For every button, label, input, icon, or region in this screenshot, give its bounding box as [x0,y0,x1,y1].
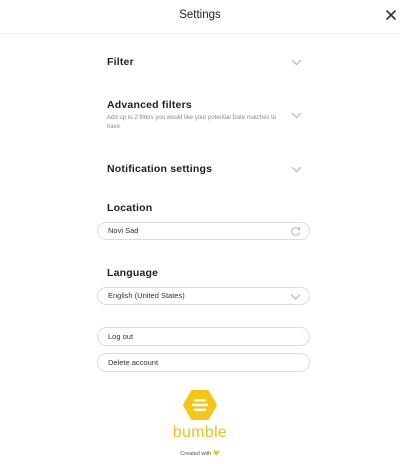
advanced-filters-section[interactable]: Advanced filters Add up to 2 filters you… [107,99,302,135]
chevron-down-icon [291,112,302,119]
logout-button[interactable]: Log out [97,327,310,346]
page-title: Settings [179,9,221,21]
notification-settings-title: Notification settings [107,163,213,175]
notification-settings-section[interactable]: Notification settings [107,163,302,177]
close-icon [386,10,396,20]
delete-account-button[interactable]: Delete account [97,353,310,372]
chevron-down-icon [291,59,302,66]
advanced-filters-title: Advanced filters [107,99,192,111]
chevron-down-icon [290,294,301,300]
close-button[interactable] [382,6,400,24]
language-value: English (United States) [108,291,185,300]
filter-title: Filter [107,56,134,68]
location-value: Novi Sad [108,226,139,235]
credit-line: Created with [0,450,400,457]
refresh-icon[interactable] [290,226,301,237]
location-section: Location [107,202,302,216]
bumble-logo-icon [183,390,217,420]
brand-name: bumble [172,424,228,441]
chevron-down-icon [291,166,302,173]
filter-section[interactable]: Filter [107,56,302,70]
delete-account-label: Delete account [108,358,159,367]
language-select[interactable]: English (United States) [97,287,310,305]
heart-icon [213,450,220,456]
language-title: Language [107,267,159,279]
location-title: Location [107,202,153,214]
language-section: Language [107,267,302,281]
location-field[interactable]: Novi Sad [97,222,310,240]
brand-logo [0,390,400,425]
logout-label: Log out [108,332,134,341]
credit-text: Created with [180,451,212,457]
advanced-filters-subtitle: Add up to 2 filters you would like your … [107,115,277,130]
settings-header: Settings [0,0,400,34]
